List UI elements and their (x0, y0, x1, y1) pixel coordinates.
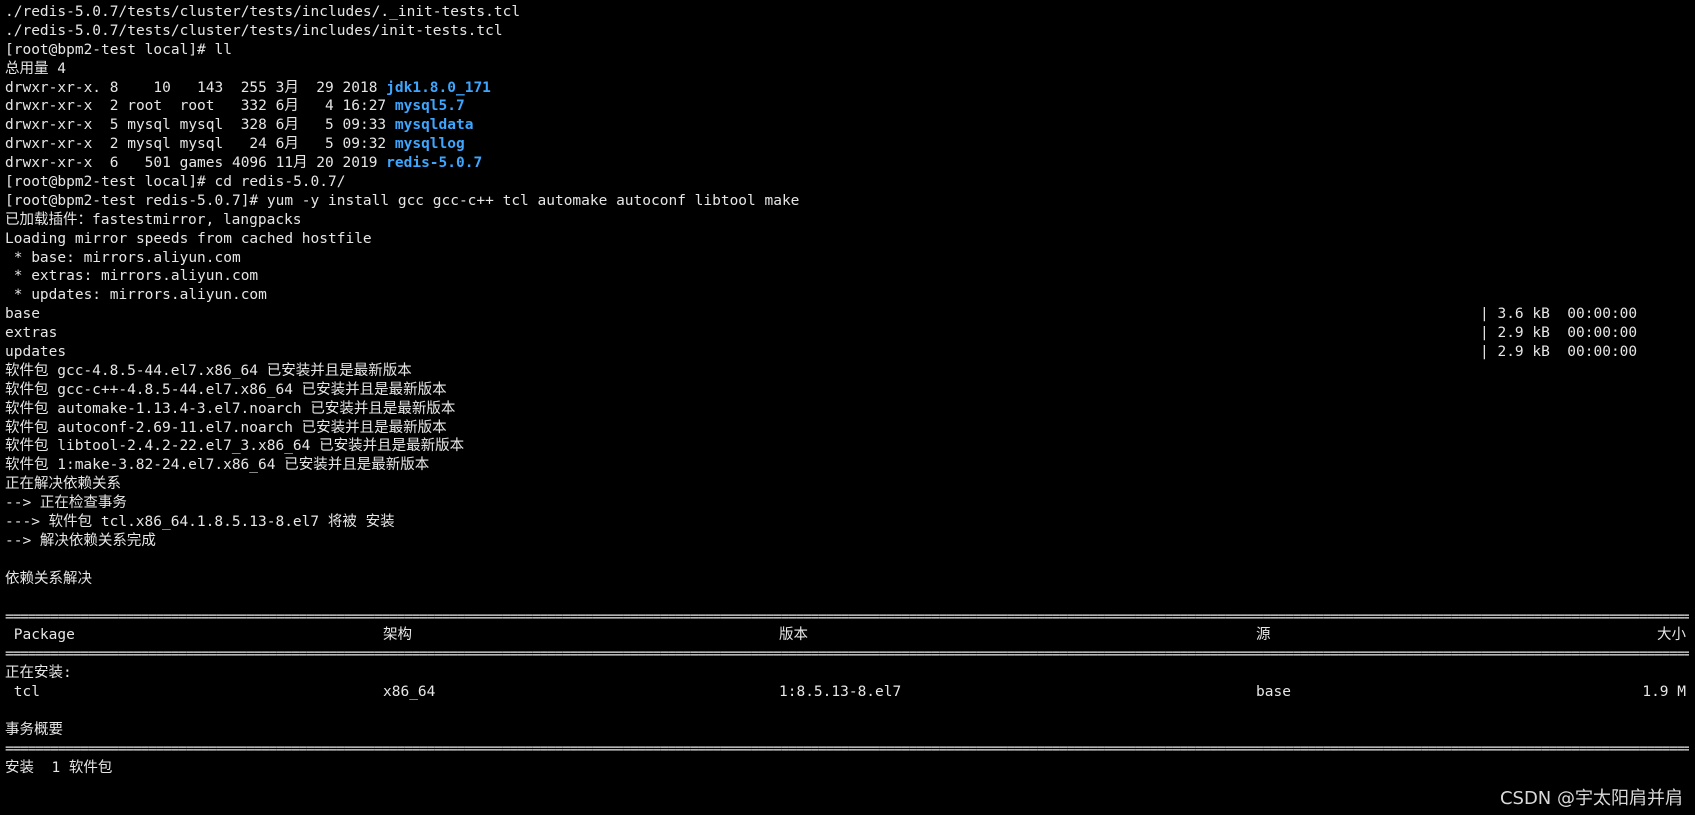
section-label: 正在安装: (5, 665, 72, 682)
cell-version: 1:8.5.13-8.el7 (779, 684, 902, 701)
output-line: Loading mirror speeds from cached hostfi… (5, 230, 372, 247)
listing-attributes: drwxr-xr-x 2 root root 332 6月 4 16:27 (5, 98, 395, 115)
column-header-size: 大小 (1657, 627, 1686, 644)
output-line: * extras: mirrors.aliyun.com (5, 268, 259, 285)
command-line: [root@bpm2-test redis-5.0.7]# yum -y ins… (5, 192, 800, 209)
listing-attributes: drwxr-xr-x 5 mysql mysql 328 6月 5 09:33 (5, 117, 395, 134)
output-line: 正在解决依赖关系 (5, 476, 121, 493)
table-row: tcl x86_64 1:8.5.13-8.el7 base 1.9 M (5, 683, 1690, 702)
repo-name: extras (5, 325, 58, 342)
watermark-text: CSDN @宇太阳肩并肩 (1499, 788, 1683, 809)
command-line: [root@bpm2-test local]# cd redis-5.0.7/ (5, 174, 346, 191)
column-header-arch: 架构 (383, 627, 412, 644)
section-label: 事务概要 (5, 721, 63, 738)
cell-repo: base (1256, 684, 1291, 701)
listing-row: drwxr-xr-x. 8 10 143 255 3月 29 2018 jdk1… (5, 79, 1690, 98)
listing-attributes: drwxr-xr-x 2 mysql mysql 24 6月 5 09:32 (5, 136, 395, 153)
listing-row: drwxr-xr-x 5 mysql mysql 328 6月 5 09:33 … (5, 116, 1690, 135)
terminal-output[interactable]: ./redis-5.0.7/tests/cluster/tests/includ… (5, 3, 1690, 778)
cell-size: 1.9 M (1642, 684, 1686, 701)
directory-name: mysqllog (394, 136, 465, 153)
repo-line: base | 3.6 kB 00:00:00 (5, 305, 1690, 324)
output-line: --> 解决依赖关系完成 (5, 532, 156, 549)
directory-name: mysql5.7 (394, 98, 465, 115)
listing-row: drwxr-xr-x 2 root root 332 6月 4 16:27 my… (5, 97, 1690, 116)
directory-name: redis-5.0.7 (386, 155, 483, 172)
output-line: 软件包 libtool-2.4.2-22.el7_3.x86_64 已安装并且是… (5, 438, 465, 455)
output-line: 软件包 autoconf-2.69-11.el7.noarch 已安装并且是最新… (5, 419, 447, 436)
command-line: [root@bpm2-test local]# ll (5, 41, 232, 58)
repo-download-info: | 2.9 kB 00:00:00 (1480, 344, 1638, 361)
output-line: ./redis-5.0.7/tests/cluster/tests/includ… (5, 22, 503, 39)
column-header-version: 版本 (779, 627, 808, 644)
listing-attributes: drwxr-xr-x. 8 10 143 255 3月 29 2018 (5, 79, 387, 96)
output-line: 软件包 1:make-3.82-24.el7.x86_64 已安装并且是最新版本 (5, 457, 430, 474)
listing-attributes: drwxr-xr-x 6 501 games 4096 11月 20 2019 (5, 155, 387, 172)
output-line: 总用量 4 (5, 60, 66, 77)
cell-arch: x86_64 (383, 684, 436, 701)
cell-package: tcl (5, 684, 40, 701)
output-line: 安装 1 软件包 (5, 759, 113, 776)
output-line: 已加载插件：fastestmirror, langpacks (5, 211, 302, 228)
listing-row: drwxr-xr-x 6 501 games 4096 11月 20 2019 … (5, 154, 1690, 173)
directory-name: jdk1.8.0_171 (386, 79, 491, 96)
repo-line: updates | 2.9 kB 00:00:00 (5, 343, 1690, 362)
column-header-repo: 源 (1256, 627, 1271, 644)
separator-line: ========================================… (5, 646, 1689, 663)
table-header-row: Package 架构 版本 源 大小 (5, 626, 1690, 645)
repo-name: updates (5, 344, 67, 361)
repo-download-info: | 2.9 kB 00:00:00 (1480, 325, 1638, 342)
separator-line: ========================================… (5, 740, 1689, 757)
repo-download-info: | 3.6 kB 00:00:00 (1480, 306, 1638, 323)
repo-line: extras | 2.9 kB 00:00:00 (5, 324, 1690, 343)
output-line: 依赖关系解决 (5, 570, 92, 587)
output-line: * base: mirrors.aliyun.com (5, 249, 241, 266)
output-line: 软件包 automake-1.13.4-3.el7.noarch 已安装并且是最… (5, 400, 456, 417)
repo-name: base (5, 306, 40, 323)
output-line: --> 正在检查事务 (5, 495, 127, 512)
output-line: * updates: mirrors.aliyun.com (5, 287, 267, 304)
column-header-package: Package (5, 627, 75, 644)
listing-row: drwxr-xr-x 2 mysql mysql 24 6月 5 09:32 m… (5, 135, 1690, 154)
separator-line: ========================================… (5, 608, 1689, 625)
output-line: ./redis-5.0.7/tests/cluster/tests/includ… (5, 4, 521, 20)
directory-name: mysqldata (394, 117, 474, 134)
output-line: ---> 软件包 tcl.x86_64.1.8.5.13-8.el7 将被 安装 (5, 514, 395, 531)
output-line: 软件包 gcc-4.8.5-44.el7.x86_64 已安装并且是最新版本 (5, 362, 412, 379)
output-line: 软件包 gcc-c++-4.8.5-44.el7.x86_64 已安装并且是最新… (5, 381, 447, 398)
